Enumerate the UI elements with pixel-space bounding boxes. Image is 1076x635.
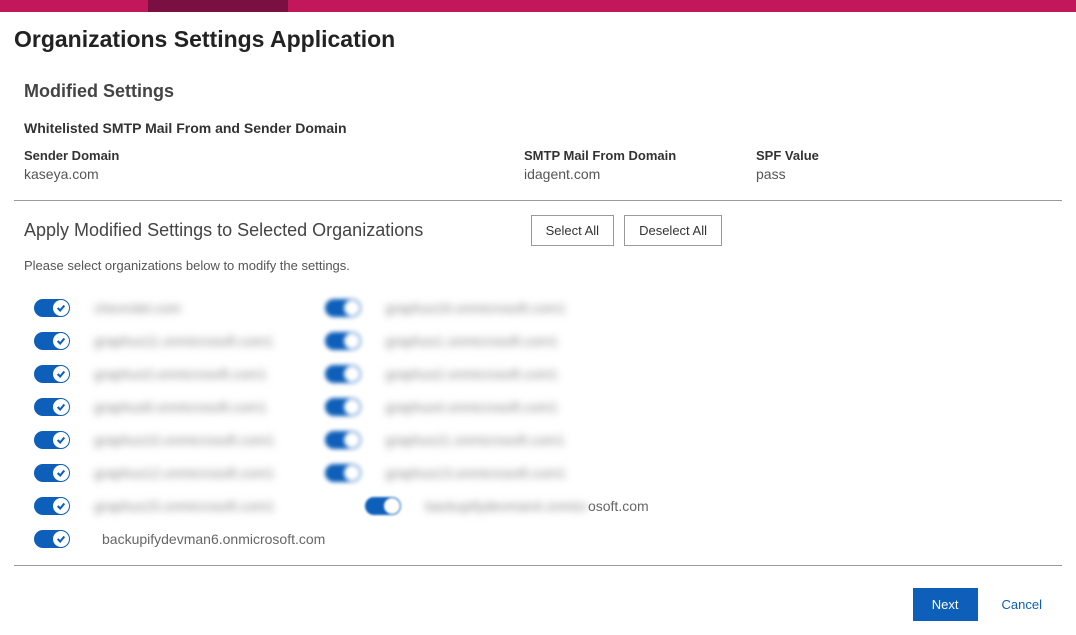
sender-domain-value: kaseya.com	[24, 166, 524, 182]
org-item: graphus8.onmicrosoft.com1	[34, 390, 325, 423]
org-toggle[interactable]	[325, 365, 361, 383]
org-toggle[interactable]	[34, 299, 70, 317]
smtp-label: SMTP Mail From Domain	[524, 148, 756, 163]
org-toggle[interactable]	[34, 530, 70, 548]
org-label: backupifydevman6.onmicrosoft.com	[102, 531, 325, 547]
org-label: graphus16.onmicrosoft.com1	[385, 300, 566, 316]
org-item: backupifydevman6.onmicrosoft.com	[34, 522, 325, 555]
org-label: chevrolet.com	[94, 300, 181, 316]
org-item: graphus10.onmicrosoft.com1	[34, 423, 325, 456]
org-item: graphus3.onmicrosoft.com1	[34, 357, 325, 390]
cancel-link[interactable]: Cancel	[1002, 597, 1042, 612]
org-item: graphus15.onmicrosoft.com1	[34, 489, 325, 522]
apply-heading: Apply Modified Settings to Selected Orga…	[24, 220, 423, 241]
instruction-text: Please select organizations below to mod…	[14, 258, 1062, 273]
org-label: graphus12.onmicrosoft.com1	[94, 465, 275, 481]
modified-settings-heading: Modified Settings	[24, 81, 1052, 102]
org-toggle[interactable]	[34, 398, 70, 416]
org-label: graphus13.onmicrosoft.com1	[385, 465, 566, 481]
org-label: graphus8.onmicrosoft.com1	[94, 399, 267, 415]
org-item: chevrolet.com	[34, 291, 325, 324]
org-toggle[interactable]	[34, 431, 70, 449]
org-item: graphus1.onmicrosoft.com1	[325, 324, 685, 357]
org-label: backupifydevman4.onmicrosoft.com	[425, 498, 648, 514]
divider	[14, 200, 1062, 201]
org-label: graphus1.onmicrosoft.com1	[385, 333, 558, 349]
org-item: graphus11.onmicrosoft.com1	[34, 324, 325, 357]
org-toggle[interactable]	[325, 299, 361, 317]
org-label: graphus11.onmicrosoft.com1	[94, 333, 274, 349]
org-item: graphus11.onmicrosoft.com1	[325, 423, 685, 456]
header-bar	[0, 0, 1076, 12]
org-toggle[interactable]	[325, 332, 361, 350]
org-toggle[interactable]	[365, 497, 401, 515]
org-toggle[interactable]	[325, 464, 361, 482]
org-item: graphus16.onmicrosoft.com1	[325, 291, 685, 324]
spf-label: SPF Value	[756, 148, 1052, 163]
org-toggle[interactable]	[34, 464, 70, 482]
org-toggle[interactable]	[34, 332, 70, 350]
org-label: graphus3.onmicrosoft.com1	[94, 366, 267, 382]
sender-domain-label: Sender Domain	[24, 148, 524, 163]
org-label: graphus11.onmicrosoft.com1	[385, 432, 565, 448]
org-label: graphus4.onmicrosoft.com1	[385, 399, 558, 415]
page-title: Organizations Settings Application	[14, 26, 1062, 53]
select-all-button[interactable]: Select All	[531, 215, 614, 246]
org-label: graphus15.onmicrosoft.com1	[94, 498, 275, 514]
org-toggle[interactable]	[34, 497, 70, 515]
whitelist-sub-heading: Whitelisted SMTP Mail From and Sender Do…	[24, 120, 1052, 136]
org-item: graphus4.onmicrosoft.com1	[325, 390, 685, 423]
deselect-all-button[interactable]: Deselect All	[624, 215, 722, 246]
org-item: graphus12.onmicrosoft.com1	[34, 456, 325, 489]
divider-bottom	[14, 565, 1062, 566]
header-accent	[148, 0, 288, 12]
next-button[interactable]: Next	[913, 588, 978, 621]
smtp-value: idagent.com	[524, 166, 756, 182]
org-label: graphus2.onmicrosoft.com1	[385, 366, 558, 382]
spf-value: pass	[756, 166, 1052, 182]
org-item: backupifydevman4.onmicrosoft.com	[325, 489, 685, 522]
org-toggle[interactable]	[34, 365, 70, 383]
org-label: graphus10.onmicrosoft.com1	[94, 432, 275, 448]
org-toggle[interactable]	[325, 398, 361, 416]
org-toggle[interactable]	[325, 431, 361, 449]
org-item: graphus2.onmicrosoft.com1	[325, 357, 685, 390]
org-item: graphus13.onmicrosoft.com1	[325, 456, 685, 489]
